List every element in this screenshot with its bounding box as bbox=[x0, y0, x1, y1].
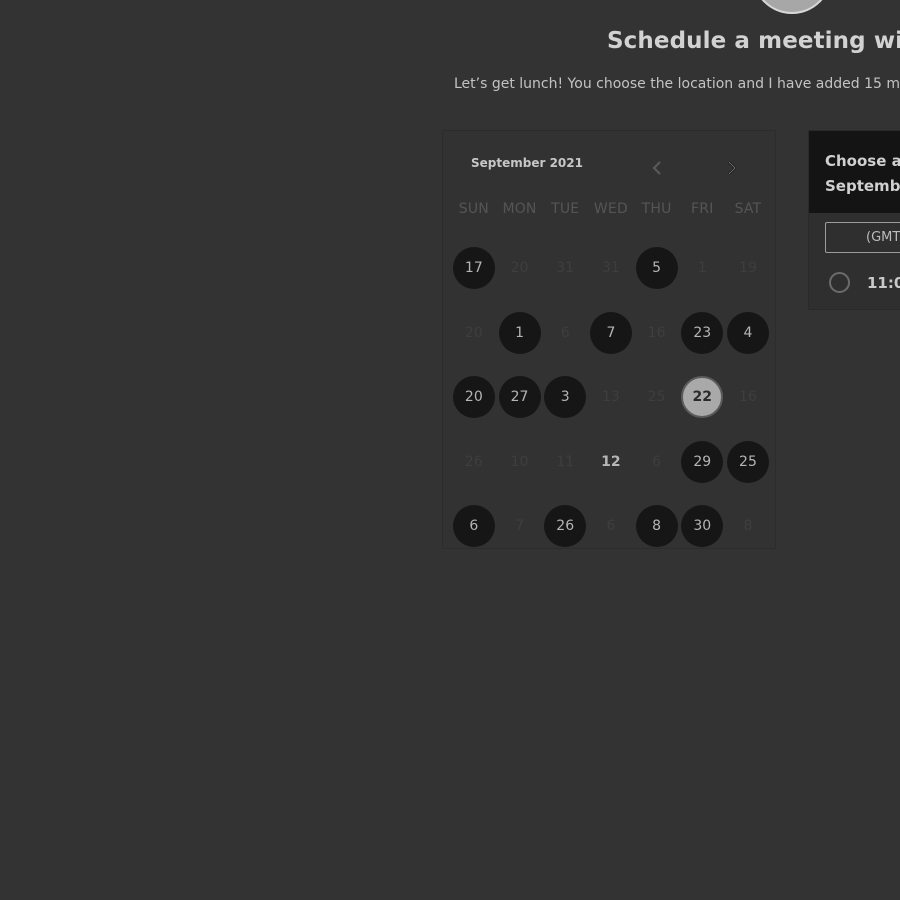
weekday-fri: FRI bbox=[691, 201, 714, 217]
calendar-day[interactable]: 27 bbox=[498, 376, 541, 419]
calendar-day-cell: 20 bbox=[451, 301, 497, 366]
calendar-day-cell: 3 bbox=[542, 365, 588, 430]
calendar-day[interactable]: 5 bbox=[635, 247, 678, 290]
weekday-sat: SAT bbox=[734, 201, 762, 217]
calendar-day-cell: 23 bbox=[679, 301, 725, 366]
time-slot-option[interactable]: 11:0 bbox=[829, 272, 900, 293]
calendar-day-cell: 31 bbox=[588, 236, 634, 301]
calendar-day-grid: 17 20 31 31 5 1 19 20 1 6 7 16 23 4 20 27 3 13 25 22 16 26 10 1… bbox=[451, 236, 771, 559]
page-title: Schedule a meeting with bbox=[607, 28, 900, 54]
calendar-day-cell: 5 bbox=[634, 236, 680, 301]
calendar-day-cell: 13 bbox=[588, 365, 634, 430]
calendar-day: 12 bbox=[601, 453, 621, 470]
calendar-day-cell: 27 bbox=[497, 365, 543, 430]
calendar-day[interactable]: 3 bbox=[544, 376, 587, 419]
time-slot-panel: Choose a Septembe (GMT 11:0 bbox=[808, 130, 900, 310]
calendar-day-cell: 6 bbox=[634, 430, 680, 495]
weekday-wed: WED bbox=[593, 201, 628, 217]
calendar-day-cell: 22 bbox=[679, 365, 725, 430]
calendar-day-cell: 26 bbox=[451, 430, 497, 495]
calendar-month-label: September 2021 bbox=[471, 156, 583, 170]
calendar-day-cell: 1 bbox=[679, 236, 725, 301]
calendar-day[interactable]: 17 bbox=[452, 247, 495, 290]
calendar-day[interactable]: 4 bbox=[726, 311, 769, 354]
time-slot-label: 11:0 bbox=[867, 273, 900, 292]
calendar-day[interactable]: 7 bbox=[589, 311, 632, 354]
calendar-day[interactable]: 26 bbox=[544, 505, 587, 548]
calendar-day[interactable]: 6 bbox=[452, 505, 495, 548]
chevron-left-icon bbox=[652, 161, 661, 175]
calendar-day: 31 bbox=[601, 260, 620, 277]
calendar-day-cell: 16 bbox=[634, 301, 680, 366]
weekday-thu: THU bbox=[641, 201, 672, 217]
calendar-day: 20 bbox=[464, 324, 483, 341]
time-panel-header: Choose a Septembe bbox=[809, 131, 900, 213]
calendar-day: 16 bbox=[739, 389, 757, 406]
calendar-day-cell: 10 bbox=[497, 430, 543, 495]
calendar-day: 8 bbox=[743, 518, 753, 535]
calendar-day-cell: 30 bbox=[679, 494, 725, 559]
calendar-day: 1 bbox=[697, 260, 707, 277]
calendar-day: 26 bbox=[464, 453, 483, 470]
calendar-day-cell: 6 bbox=[451, 494, 497, 559]
weekday-mon: MON bbox=[502, 201, 537, 217]
previous-month-button[interactable] bbox=[645, 157, 669, 179]
calendar-day[interactable]: 20 bbox=[452, 376, 495, 419]
weekday-sun: SUN bbox=[458, 201, 489, 217]
calendar-day-cell: 17 bbox=[451, 236, 497, 301]
calendar-day-cell: 25 bbox=[725, 430, 771, 495]
calendar-day[interactable]: 29 bbox=[681, 440, 724, 483]
calendar-day-cell: 6 bbox=[542, 301, 588, 366]
next-month-button[interactable] bbox=[720, 157, 744, 179]
chevron-right-icon bbox=[728, 161, 737, 175]
calendar-day-cell: 20 bbox=[497, 236, 543, 301]
calendar-day-cell: 8 bbox=[634, 494, 680, 559]
calendar-day-cell: 8 bbox=[725, 494, 771, 559]
calendar-day: 7 bbox=[515, 518, 524, 535]
radio-button[interactable] bbox=[829, 272, 850, 293]
calendar-day[interactable]: 25 bbox=[726, 440, 769, 483]
calendar-day-cell: 4 bbox=[725, 301, 771, 366]
calendar-day: 6 bbox=[606, 518, 616, 535]
calendar-day-cell: 19 bbox=[725, 236, 771, 301]
calendar: September 2021 SUN MON TUE WED THU FRI S… bbox=[442, 130, 776, 549]
calendar-day-cell: 6 bbox=[588, 494, 634, 559]
calendar-day-cell: 11 bbox=[542, 430, 588, 495]
calendar-day: 11 bbox=[556, 453, 575, 470]
avatar bbox=[752, 0, 832, 14]
calendar-day: 16 bbox=[647, 324, 666, 341]
calendar-day[interactable]: 30 bbox=[681, 505, 724, 548]
calendar-day-cell: 12 bbox=[588, 430, 634, 495]
calendar-day[interactable]: 1 bbox=[498, 311, 541, 354]
calendar-day: 6 bbox=[560, 324, 570, 341]
calendar-day: 6 bbox=[652, 453, 662, 470]
page-subtitle: Let’s get lunch! You choose the location… bbox=[454, 76, 900, 92]
calendar-day-cell: 25 bbox=[634, 365, 680, 430]
weekday-header: SUN MON TUE WED THU FRI SAT bbox=[451, 201, 771, 217]
calendar-day-cell: 16 bbox=[725, 365, 771, 430]
calendar-day-cell: 31 bbox=[542, 236, 588, 301]
calendar-day-cell: 7 bbox=[588, 301, 634, 366]
calendar-day-cell: 7 bbox=[497, 494, 543, 559]
calendar-day-cell: 26 bbox=[542, 494, 588, 559]
calendar-day-cell: 20 bbox=[451, 365, 497, 430]
calendar-day: 19 bbox=[739, 260, 757, 277]
calendar-day: 10 bbox=[510, 453, 529, 470]
calendar-day-cell: 29 bbox=[679, 430, 725, 495]
weekday-tue: TUE bbox=[551, 201, 580, 217]
calendar-day: 25 bbox=[647, 389, 666, 406]
calendar-day[interactable]: 8 bbox=[635, 505, 678, 548]
calendar-day-cell: 1 bbox=[497, 301, 543, 366]
calendar-day-selected[interactable]: 22 bbox=[681, 376, 724, 419]
timezone-select[interactable]: (GMT bbox=[825, 222, 900, 253]
calendar-day: 13 bbox=[601, 389, 620, 406]
selected-date-label: Septembe bbox=[825, 177, 900, 195]
calendar-day: 20 bbox=[510, 260, 529, 277]
time-panel-heading: Choose a bbox=[825, 152, 900, 170]
calendar-day[interactable]: 23 bbox=[681, 311, 724, 354]
calendar-day: 31 bbox=[556, 260, 575, 277]
scheduler-page: Schedule a meeting with Let’s get lunch!… bbox=[0, 0, 900, 900]
